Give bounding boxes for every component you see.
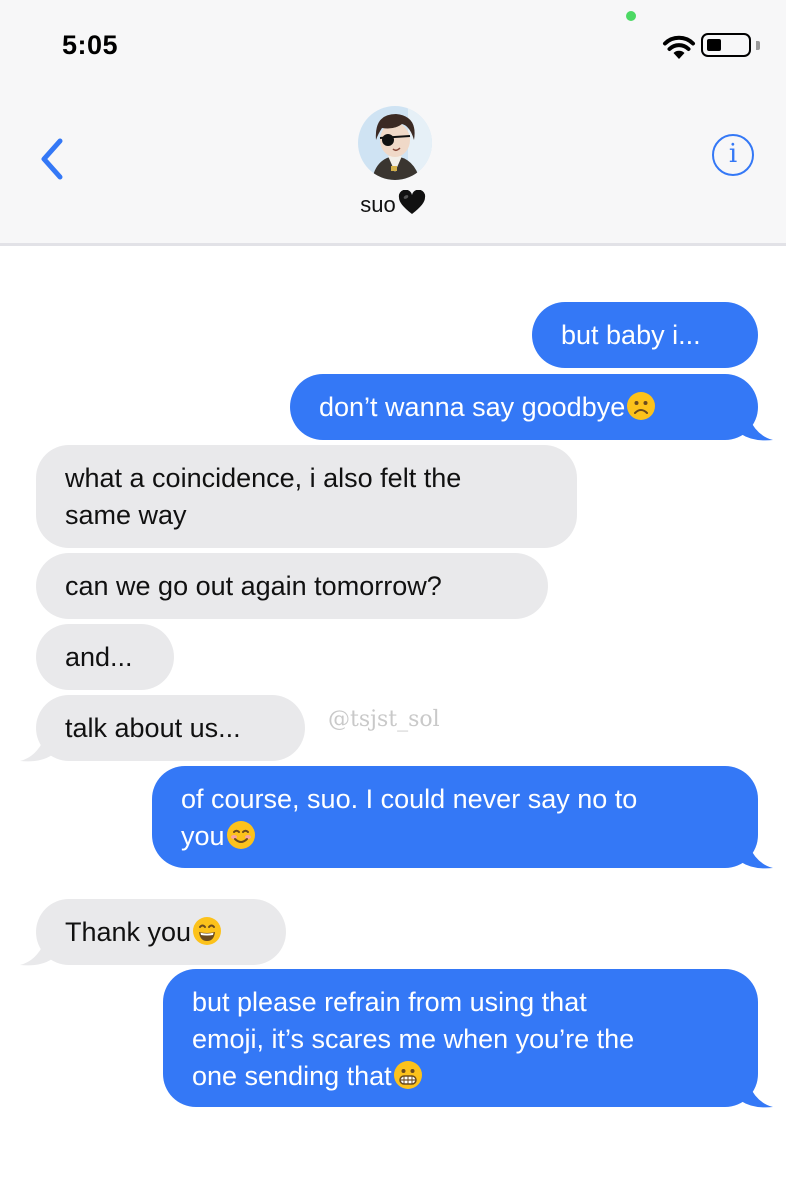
message-text-line: but please refrain from using that	[192, 987, 587, 1017]
frowning-face-icon	[627, 392, 656, 420]
conversation-header: suo i	[0, 90, 786, 246]
contact-name-text: suo	[360, 192, 396, 217]
wifi-icon	[663, 35, 695, 59]
message-bubble-received[interactable]: Thank you	[36, 899, 286, 965]
contact-avatar[interactable]	[358, 106, 432, 180]
battery-icon	[701, 33, 751, 57]
message-bubble-received[interactable]: and...	[36, 624, 174, 690]
battery-cap	[756, 41, 760, 50]
bubble-tail	[735, 1085, 773, 1108]
black-heart-icon	[398, 190, 425, 214]
message-text: talk about us...	[65, 713, 241, 743]
contact-name[interactable]: suo	[0, 190, 786, 218]
message-text: don’t wanna say goodbye	[319, 392, 626, 422]
message-text: can we go out again tomorrow?	[65, 571, 442, 601]
message-text: but baby i...	[561, 320, 701, 350]
bubble-tail	[735, 846, 773, 869]
camera-indicator-icon	[626, 11, 636, 21]
message-bubble-received[interactable]: talk about us...	[36, 695, 305, 761]
message-text: and...	[65, 642, 133, 672]
bubble-tail	[20, 739, 58, 762]
bubble-tail	[735, 418, 773, 441]
message-text-line: same way	[65, 500, 187, 530]
watermark-text: @tsjst_sol	[328, 707, 440, 732]
bubble-tail	[20, 943, 58, 966]
message-text-line: you	[181, 821, 225, 851]
status-time: 5:05	[62, 30, 119, 60]
message-text-line: one sending that	[192, 1061, 392, 1091]
info-button[interactable]: i	[712, 134, 754, 176]
message-text-line: of course, suo. I could never say no to	[181, 784, 638, 814]
back-chevron-icon[interactable]	[34, 135, 74, 183]
message-bubble-received[interactable]: what a coincidence, i also felt the same…	[36, 445, 577, 548]
message-bubble-received[interactable]: can we go out again tomorrow?	[36, 553, 548, 619]
message-text-line: what a coincidence, i also felt the	[65, 463, 462, 493]
message-bubble-sent[interactable]: but baby i...	[532, 302, 758, 368]
smiling-face-icon	[226, 821, 255, 849]
message-bubble-sent[interactable]: don’t wanna say goodbye	[290, 374, 758, 440]
avatar-image	[358, 106, 432, 180]
status-bar: 5:05	[0, 0, 786, 90]
message-text-line: emoji, it’s scares me when you’re the	[192, 1024, 635, 1054]
message-bubble-sent[interactable]: but please refrain from using that emoji…	[163, 969, 758, 1107]
message-bubble-sent[interactable]: of course, suo. I could never say no to …	[152, 766, 758, 868]
message-text: Thank you	[65, 917, 192, 947]
grimacing-face-icon	[393, 1061, 422, 1089]
grinning-face-icon	[193, 917, 222, 945]
